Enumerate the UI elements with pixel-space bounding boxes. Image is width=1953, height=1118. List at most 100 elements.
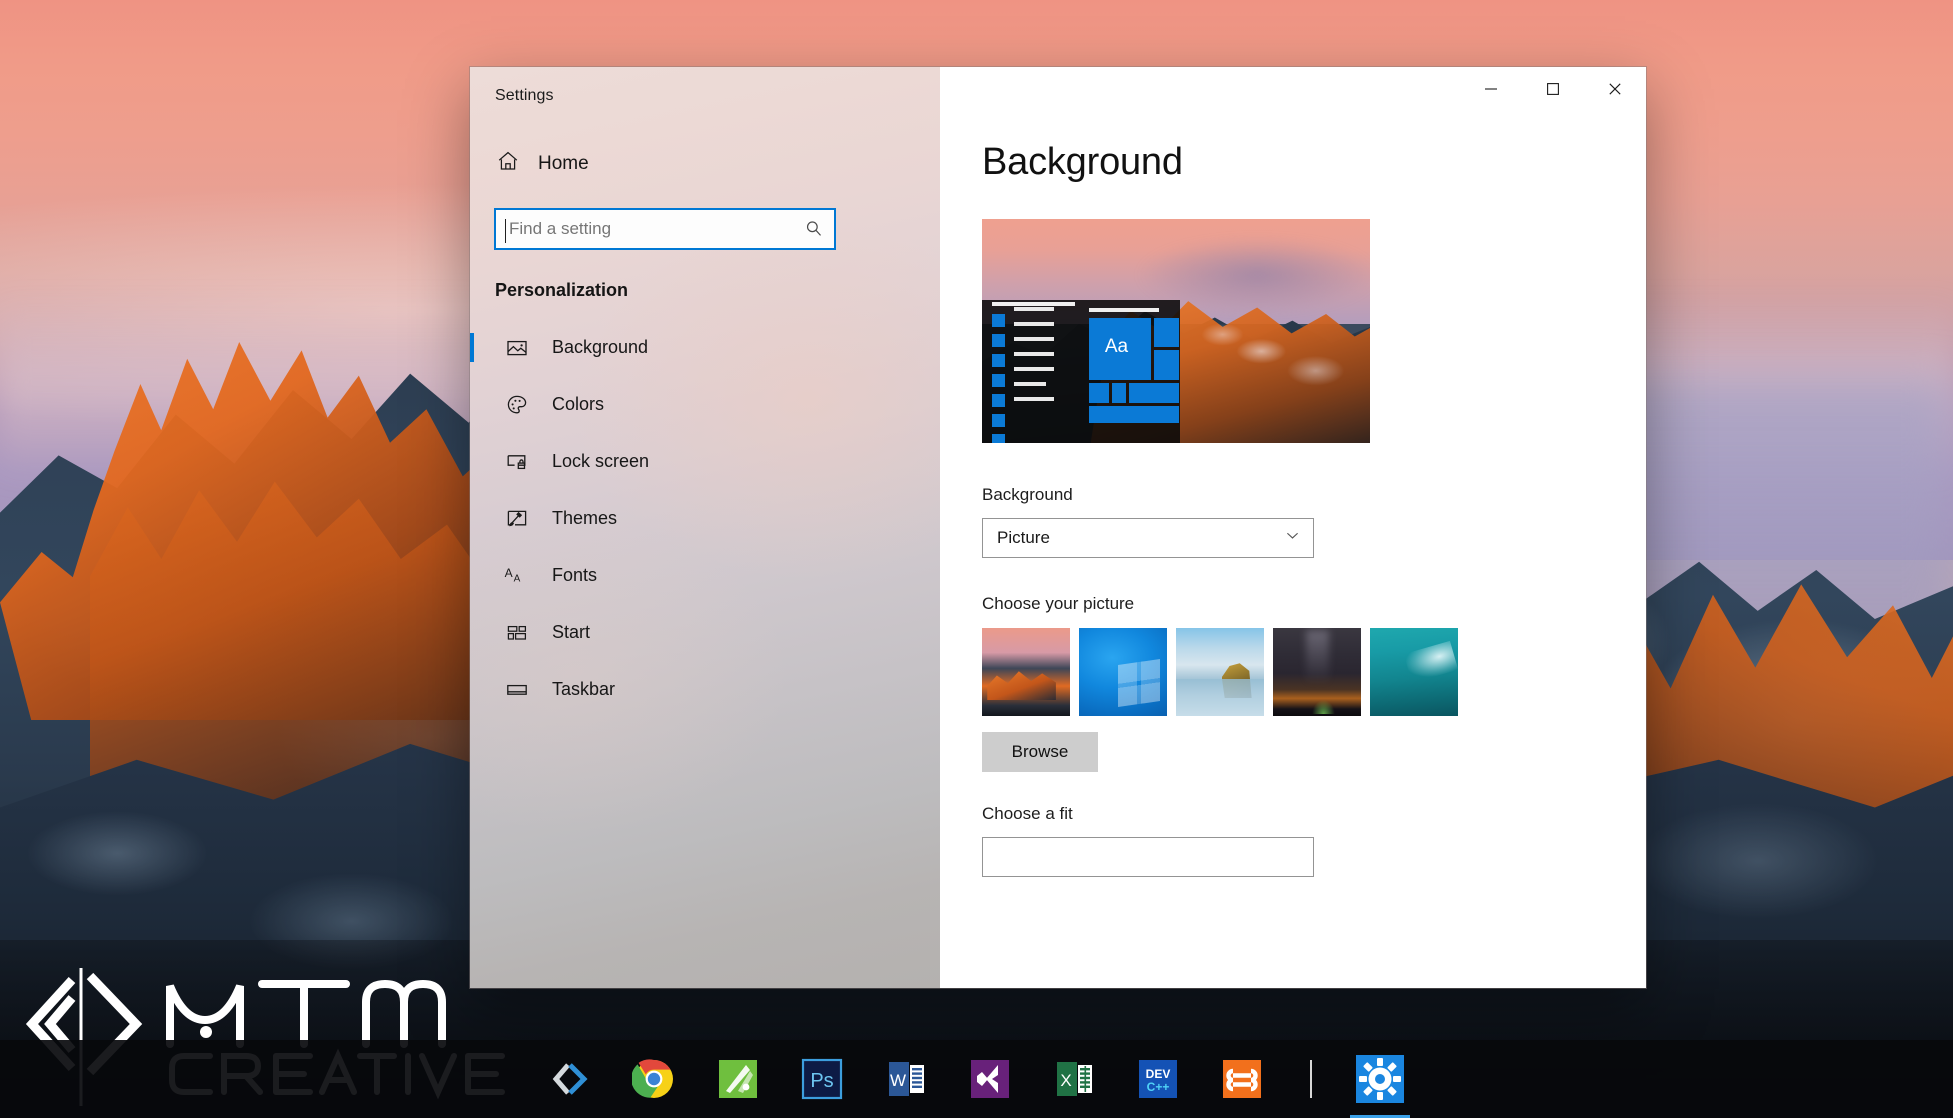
preview-start-menu: Aa bbox=[982, 299, 1180, 443]
preview-tile-group: Aa bbox=[1088, 308, 1179, 431]
preview-start-line bbox=[1013, 381, 1046, 386]
chevron-down-icon bbox=[1284, 527, 1301, 549]
chrome-icon[interactable] bbox=[612, 1040, 696, 1118]
search-input[interactable] bbox=[496, 210, 794, 248]
sidebar-item-home-label: Home bbox=[538, 152, 589, 174]
svg-text:W: W bbox=[890, 1071, 906, 1090]
devcpp-icon[interactable]: DEV C++ bbox=[1116, 1040, 1200, 1118]
preview-start-square bbox=[991, 313, 1005, 327]
settings-sidebar: Settings Home Find a setting Personaliza… bbox=[470, 67, 940, 988]
close-button[interactable] bbox=[1584, 67, 1646, 111]
image-icon bbox=[504, 336, 530, 360]
start-tiles-icon bbox=[504, 621, 530, 645]
preview-start-line bbox=[1013, 396, 1054, 401]
sidebar-section-heading: Personalization bbox=[495, 280, 629, 300]
preview-start-line bbox=[1013, 351, 1054, 356]
svg-text:DEV: DEV bbox=[1146, 1067, 1171, 1081]
sidebar-item-taskbar[interactable]: Taskbar bbox=[470, 661, 940, 718]
svg-text:A: A bbox=[514, 573, 521, 584]
page-title: Background bbox=[982, 141, 1183, 183]
settings-gear-icon[interactable] bbox=[1338, 1040, 1422, 1118]
preview-tile-small bbox=[1153, 318, 1179, 348]
search-icon[interactable] bbox=[794, 210, 834, 248]
picture-thumbnail-list bbox=[982, 628, 1646, 716]
preview-tile-wide bbox=[1128, 383, 1179, 404]
browse-button[interactable]: Browse bbox=[982, 732, 1098, 772]
background-type-dropdown[interactable]: Picture bbox=[982, 518, 1314, 558]
sidebar-item-colors-label: Colors bbox=[552, 394, 605, 414]
preview-tiles-topbar bbox=[1088, 308, 1159, 313]
sidebar-item-background[interactable]: Background bbox=[470, 319, 940, 376]
minimize-button[interactable] bbox=[1460, 67, 1522, 111]
photoshop-icon[interactable]: Ps bbox=[780, 1040, 864, 1118]
font-icon: A A bbox=[504, 564, 530, 588]
visual-studio-icon[interactable] bbox=[948, 1040, 1032, 1118]
svg-text:A: A bbox=[505, 566, 513, 580]
preview-start-square bbox=[991, 413, 1005, 427]
background-type-value: Picture bbox=[997, 528, 1050, 547]
svg-text:X: X bbox=[1060, 1071, 1071, 1090]
green-app-icon[interactable] bbox=[696, 1040, 780, 1118]
desktop: Settings Home Find a setting Personaliza… bbox=[0, 0, 1953, 1118]
night-sky-thumbnail[interactable] bbox=[1273, 628, 1361, 716]
window-title: Settings bbox=[495, 87, 554, 104]
word-icon[interactable]: W bbox=[864, 1040, 948, 1118]
sidebar-item-lock-screen[interactable]: Lock screen bbox=[470, 433, 940, 490]
sidebar-item-home[interactable]: Home bbox=[492, 143, 672, 184]
xampp-icon[interactable] bbox=[1200, 1040, 1284, 1118]
choose-fit-label: Choose a fit bbox=[982, 804, 1073, 823]
preview-tile-small bbox=[1088, 383, 1109, 404]
sidebar-item-start[interactable]: Start bbox=[470, 604, 940, 661]
brush-icon bbox=[504, 507, 530, 531]
preview-tile-text: Aa bbox=[1104, 336, 1129, 358]
sidebar-item-themes[interactable]: Themes bbox=[470, 490, 940, 547]
preview-start-line bbox=[1013, 306, 1054, 311]
sidebar-item-start-label: Start bbox=[552, 622, 591, 642]
sidebar-nav-list: Background Colors Lock screen Themes A A… bbox=[470, 319, 940, 718]
preview-start-line bbox=[1013, 321, 1054, 326]
beach-rock-thumbnail[interactable] bbox=[1176, 628, 1264, 716]
background-field-label: Background bbox=[982, 485, 1073, 504]
mtn-logo-icon[interactable] bbox=[528, 1040, 612, 1118]
text-caret bbox=[505, 219, 506, 243]
taskbar-divider bbox=[1310, 1060, 1312, 1098]
windows-blue-logo-thumbnail[interactable] bbox=[1079, 628, 1167, 716]
sidebar-item-background-label: Background bbox=[552, 337, 649, 357]
sidebar-item-themes-label: Themes bbox=[552, 508, 618, 528]
preview-start-square bbox=[991, 353, 1005, 367]
taskbar-icon bbox=[504, 678, 530, 702]
preview-start-square bbox=[991, 393, 1005, 407]
settings-content-pane: Background Aa Background Picture Choose … bbox=[940, 67, 1646, 988]
settings-window: Settings Home Find a setting Personaliza… bbox=[470, 67, 1646, 988]
preview-tile-wide bbox=[1088, 406, 1179, 424]
selection-indicator bbox=[470, 333, 474, 362]
underwater-teal-thumbnail[interactable] bbox=[1370, 628, 1458, 716]
preview-start-square bbox=[991, 373, 1005, 387]
preview-start-square bbox=[991, 333, 1005, 347]
svg-text:C++: C++ bbox=[1147, 1080, 1170, 1094]
home-icon bbox=[496, 149, 520, 178]
preview-start-icon-column bbox=[991, 313, 1005, 443]
preview-start-square bbox=[991, 433, 1005, 443]
maximize-button[interactable] bbox=[1522, 67, 1584, 111]
window-controls bbox=[1460, 67, 1646, 111]
preview-start-line bbox=[1013, 366, 1054, 371]
choose-fit-dropdown[interactable] bbox=[982, 837, 1314, 877]
excel-icon[interactable]: X bbox=[1032, 1040, 1116, 1118]
sidebar-item-fonts[interactable]: A A Fonts bbox=[470, 547, 940, 604]
preview-start-line bbox=[1013, 336, 1054, 341]
preview-tile-small bbox=[1111, 383, 1126, 404]
taskbar-icon-list: Ps W X DEV C++ bbox=[528, 1040, 1422, 1118]
sidebar-item-lock-screen-label: Lock screen bbox=[552, 451, 650, 471]
palette-icon bbox=[504, 393, 530, 417]
preview-start-list bbox=[1013, 306, 1054, 401]
search-box[interactable] bbox=[494, 208, 836, 250]
sidebar-item-taskbar-label: Taskbar bbox=[552, 679, 616, 699]
preview-tile-small bbox=[1153, 350, 1179, 381]
taskbar: Ps W X DEV C++ bbox=[0, 1040, 1953, 1118]
sidebar-item-colors[interactable]: Colors bbox=[470, 376, 940, 433]
mountain-sunset-thumbnail[interactable] bbox=[982, 628, 1070, 716]
background-preview: Aa bbox=[982, 219, 1370, 443]
lock-screen-icon bbox=[504, 450, 530, 474]
svg-text:Ps: Ps bbox=[810, 1070, 833, 1092]
